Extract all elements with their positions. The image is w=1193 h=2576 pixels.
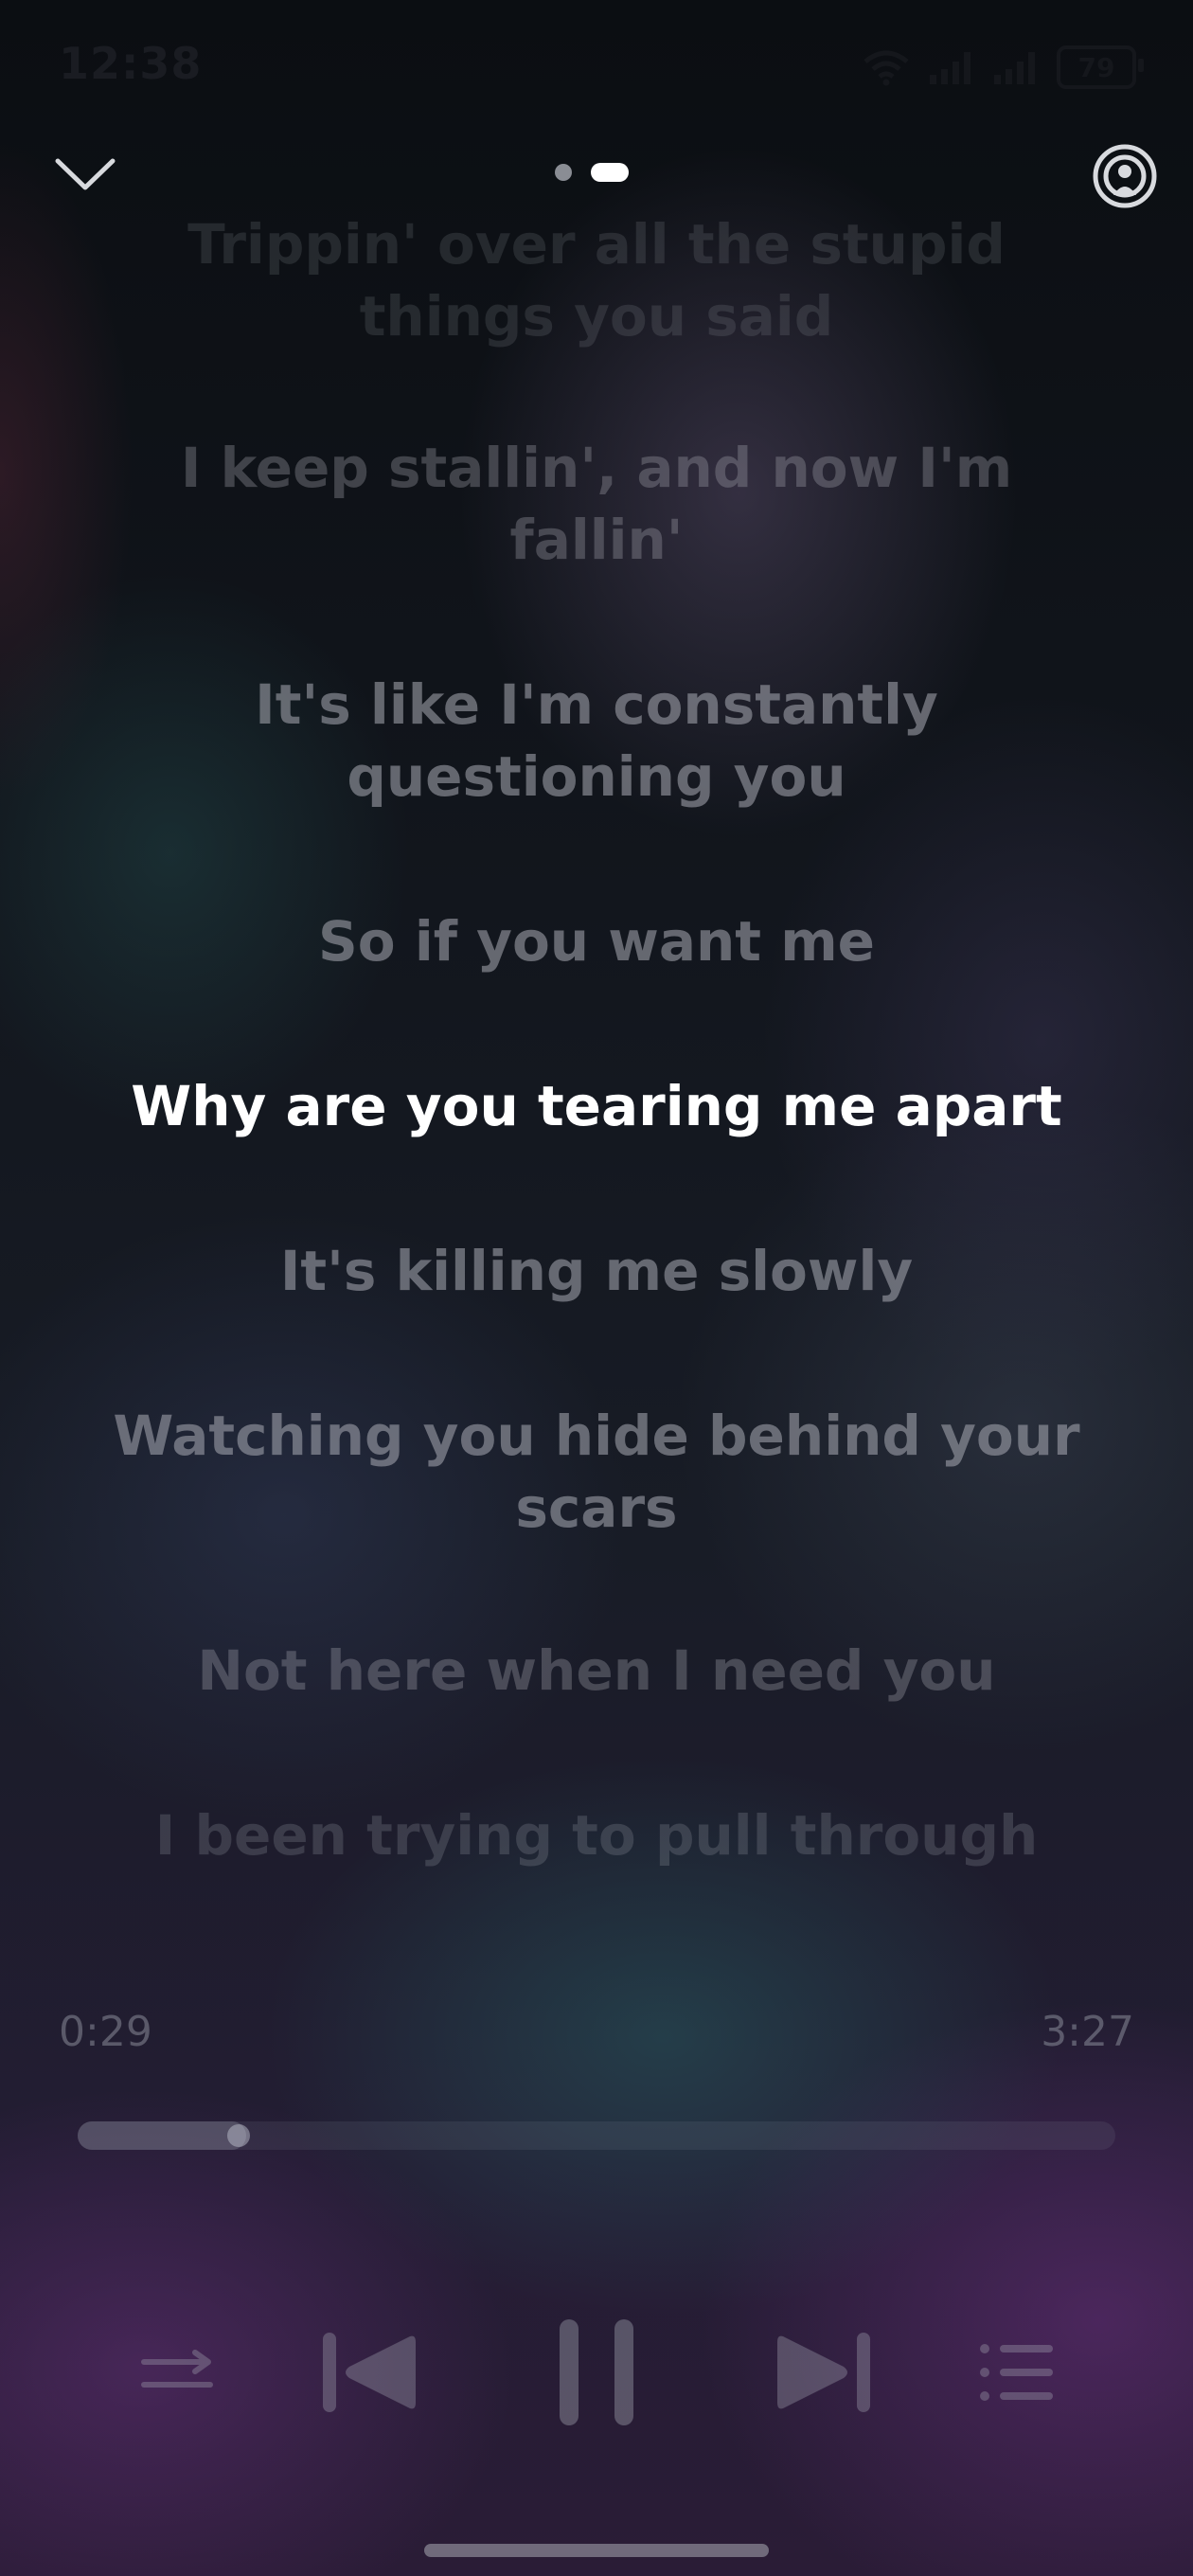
next-icon [777, 2333, 870, 2412]
cast-icon [1093, 144, 1157, 208]
battery-level: 79 [1077, 51, 1115, 83]
next-button[interactable] [767, 2311, 881, 2434]
pause-icon [560, 2319, 633, 2425]
repeat-button[interactable] [133, 2311, 223, 2434]
cast-button[interactable] [1091, 142, 1159, 210]
lyric-line[interactable]: Trippin' over all the stupid things you … [85, 208, 1108, 352]
page-dot[interactable] [555, 164, 572, 181]
elapsed-time: 0:29 [59, 2008, 152, 2056]
lyric-line[interactable]: Not here when I need you [85, 1635, 1108, 1707]
status-time: 12:38 [59, 38, 203, 89]
playback-controls [0, 2311, 1193, 2434]
top-nav [0, 142, 1193, 208]
signal-icon [930, 52, 970, 84]
pause-button[interactable] [549, 2311, 644, 2434]
lyric-line[interactable]: I been trying to pull through [85, 1799, 1108, 1871]
collapse-button[interactable] [52, 152, 118, 199]
previous-icon [323, 2333, 416, 2412]
playlist-button[interactable] [971, 2311, 1062, 2434]
lyric-line[interactable]: It's killing me slowly [85, 1235, 1108, 1307]
progress-bar[interactable] [78, 2121, 1115, 2150]
chevron-down-icon [55, 158, 116, 190]
total-time: 3:27 [1041, 2008, 1134, 2056]
lyric-line[interactable]: Watching you hide behind your scars [85, 1400, 1108, 1544]
status-bar: 12:38 79 [0, 0, 1193, 133]
wifi-icon [864, 50, 909, 86]
status-icons: 79 [862, 45, 1144, 89]
page-indicator [555, 163, 629, 182]
playlist-icon [980, 2344, 1053, 2401]
battery-icon: 79 [1057, 45, 1144, 89]
current-lyric-line[interactable]: Why are you tearing me apart [85, 1070, 1108, 1142]
lyric-line[interactable]: It's like I'm constantly questioning you [85, 669, 1108, 813]
home-indicator[interactable] [424, 2544, 769, 2557]
lyric-line[interactable]: So if you want me [85, 905, 1108, 977]
page-dot-active[interactable] [591, 163, 629, 182]
progress-fill [78, 2121, 247, 2150]
previous-button[interactable] [312, 2311, 426, 2434]
signal-icon [994, 52, 1035, 84]
repeat-icon [141, 2350, 213, 2388]
lyric-line[interactable]: I keep stallin', and now I'm fallin' [85, 432, 1108, 576]
